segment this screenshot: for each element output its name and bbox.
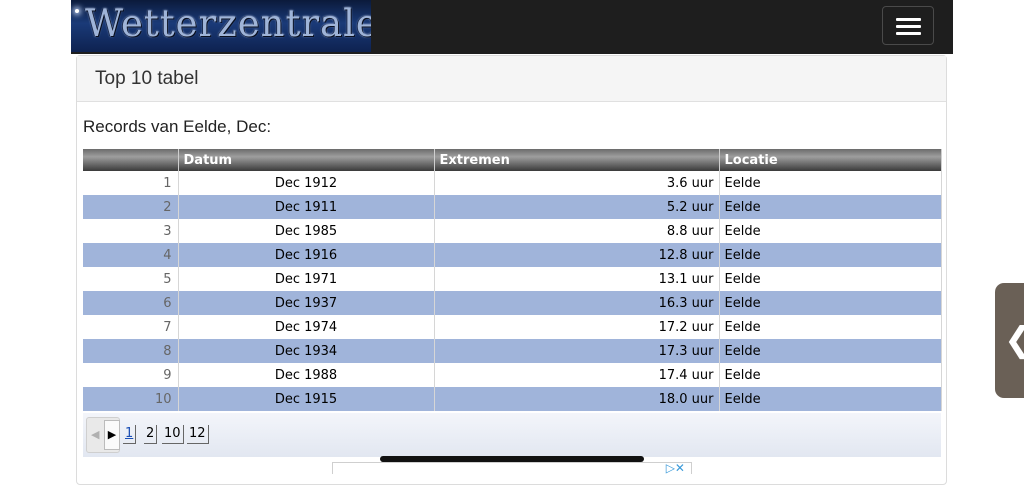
datum-cell: Dec 1911 [178,195,435,219]
hamburger-menu-button[interactable] [882,6,934,45]
extremen-cell: 12.8 uur [434,243,720,267]
home-indicator[interactable] [380,456,644,462]
records-subtitle: Records van Eelde, Dec: [83,117,272,136]
datum-cell: Dec 1988 [178,363,435,387]
site-logo[interactable]: Wetterzentrale [71,0,371,52]
ad-banner[interactable]: ▷✕ [332,461,692,475]
locatie-cell: Eelde [719,315,942,339]
table-row: 7 Dec 1974 17.2 uur Eelde [83,315,942,339]
panel-header [77,56,946,102]
table-header-row: Datum Extremen Locatie [83,149,942,171]
extremen-cell: 5.2 uur [434,195,720,219]
extremen-cell: 13.1 uur [434,267,720,291]
locatie-cell: Eelde [719,171,942,195]
table-row: 5 Dec 1971 13.1 uur Eelde [83,267,942,291]
table-row: 1 Dec 1912 3.6 uur Eelde [83,171,942,195]
ad-choices-icon[interactable]: ▷✕ [666,461,685,475]
locatie-cell: Eelde [719,243,942,267]
datum-cell: Dec 1974 [178,315,435,339]
rank-cell: 2 [83,195,179,219]
table-row: 10 Dec 1915 18.0 uur Eelde [83,387,942,411]
locatie-cell: Eelde [719,195,942,219]
rank-cell: 4 [83,243,179,267]
table-row: 9 Dec 1988 17.4 uur Eelde [83,363,942,387]
logo-star-icon [75,9,79,13]
locatie-cell: Eelde [719,339,942,363]
datum-cell: Dec 1971 [178,267,435,291]
chevron-left-icon: ❮ [1004,320,1024,360]
extremen-cell: 17.2 uur [434,315,720,339]
prev-page-icon[interactable]: ◀ [91,428,99,441]
extremen-cell: 18.0 uur [434,387,720,411]
top-navbar: Wetterzentrale [71,0,953,54]
table-row: 6 Dec 1937 16.3 uur Eelde [83,291,942,315]
logo-text: Wetterzentrale [85,2,371,45]
column-header-locatie[interactable]: Locatie [719,149,942,171]
datum-cell: Dec 1985 [178,219,435,243]
locatie-cell: Eelde [719,291,942,315]
side-drawer-tab[interactable]: ❮ [995,283,1024,398]
table-row: 2 Dec 1911 5.2 uur Eelde [83,195,942,219]
table-pager: ◀ ▶ 1 2 10 12 [83,413,941,457]
pager-arrows: ◀ ▶ [86,417,120,453]
rank-cell: 1 [83,171,179,195]
next-page-button[interactable]: ▶ [104,420,120,450]
extremen-cell: 8.8 uur [434,219,720,243]
rank-cell: 7 [83,315,179,339]
datum-cell: Dec 1916 [178,243,435,267]
hamburger-icon-bar [896,32,921,35]
locatie-cell: Eelde [719,363,942,387]
hamburger-icon [896,18,921,21]
locatie-cell: Eelde [719,387,942,411]
page-link-2[interactable]: 2 [144,425,158,444]
page-link-12[interactable]: 12 [187,425,209,444]
table-row: 3 Dec 1985 8.8 uur Eelde [83,219,942,243]
locatie-cell: Eelde [719,219,942,243]
column-header-rank[interactable] [83,149,179,171]
extremen-cell: 16.3 uur [434,291,720,315]
datum-cell: Dec 1937 [178,291,435,315]
rank-cell: 9 [83,363,179,387]
page-link-1[interactable]: 1 [123,425,137,444]
rank-cell: 8 [83,339,179,363]
hamburger-icon-bar [896,25,921,28]
column-header-datum[interactable]: Datum [178,149,435,171]
extremen-cell: 3.6 uur [434,171,720,195]
rank-cell: 10 [83,387,179,411]
column-header-extremen[interactable]: Extremen [434,149,720,171]
datum-cell: Dec 1934 [178,339,435,363]
rank-cell: 5 [83,267,179,291]
table-row: 4 Dec 1916 12.8 uur Eelde [83,243,942,267]
extremen-cell: 17.4 uur [434,363,720,387]
extremen-cell: 17.3 uur [434,339,720,363]
locatie-cell: Eelde [719,267,942,291]
records-table: Datum Extremen Locatie 1 Dec 1912 3.6 uur E… [83,149,942,411]
table-row: 8 Dec 1934 17.3 uur Eelde [83,339,942,363]
panel-title: Top 10 tabel [95,68,199,89]
rank-cell: 6 [83,291,179,315]
datum-cell: Dec 1915 [178,387,435,411]
rank-cell: 3 [83,219,179,243]
page-link-10[interactable]: 10 [162,425,184,444]
datum-cell: Dec 1912 [178,171,435,195]
